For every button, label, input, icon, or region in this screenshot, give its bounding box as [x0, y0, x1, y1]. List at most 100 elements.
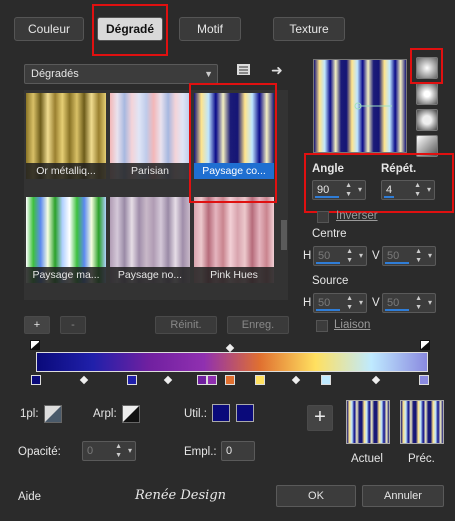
source-label: Source	[312, 275, 349, 287]
chevron-down-icon[interactable]: ▾	[128, 442, 132, 460]
reinit-button[interactable]: Réinit.	[155, 316, 217, 334]
liaison-label: Liaison	[334, 319, 371, 331]
color-midpoint[interactable]	[163, 375, 173, 385]
gradient-bar[interactable]	[36, 352, 428, 372]
remove-gradient-button[interactable]: -	[60, 316, 86, 334]
actuel-label: Actuel	[351, 453, 383, 465]
chevron-down-icon[interactable]: ▾	[428, 247, 432, 265]
gradient-preview[interactable]	[313, 59, 407, 153]
color-stop[interactable]	[197, 375, 207, 385]
current-gradient-swatch[interactable]	[346, 400, 390, 444]
source-v-input[interactable]: 50 ▲ ▼ ▾	[382, 293, 436, 313]
value-bar	[385, 262, 409, 264]
value-bar	[316, 262, 340, 264]
help-label[interactable]: Aide	[18, 491, 41, 503]
color-stop[interactable]	[321, 375, 331, 385]
add-swatch-button[interactable]: +	[307, 405, 333, 431]
color-stop[interactable]	[419, 375, 429, 385]
opacite-input[interactable]: 0 ▲ ▼ ▾	[82, 441, 136, 461]
color-midpoint[interactable]	[291, 375, 301, 385]
gallery-item[interactable]: Or métalliq...	[26, 93, 106, 179]
linear-style-button[interactable]	[416, 57, 438, 79]
spin-arrows-icon[interactable]: ▲ ▼	[115, 442, 122, 460]
chevron-down-icon[interactable]: ▾	[359, 247, 363, 265]
color-stop[interactable]	[127, 375, 137, 385]
library-menu-icon[interactable]	[236, 63, 252, 77]
sunburst-style-button[interactable]	[416, 135, 438, 157]
opacite-label: Opacité:	[18, 446, 61, 458]
source-h-input[interactable]: 50 ▲ ▼ ▾	[313, 293, 367, 313]
gallery-item[interactable]: Paysage ma...	[26, 197, 106, 283]
color-stop[interactable]	[31, 375, 41, 385]
rectangular-style-button[interactable]	[416, 109, 438, 131]
empl-label: Empl.:	[184, 446, 217, 458]
source-v-label: V	[372, 297, 380, 309]
color-midpoint[interactable]	[371, 375, 381, 385]
centre-v-input[interactable]: 50 ▲ ▼ ▾	[382, 246, 436, 266]
user-color-swatch[interactable]	[212, 404, 230, 422]
repet-input[interactable]: 4 ▲ ▼ ▾	[381, 180, 435, 200]
scrollbar-thumb[interactable]	[281, 220, 287, 250]
centre-h-value: 50	[318, 250, 331, 262]
user-color-swatch[interactable]	[236, 404, 254, 422]
value-bar	[316, 309, 340, 311]
tab-degrade[interactable]: Dégradé	[97, 17, 163, 41]
library-select-value: Dégradés	[31, 68, 79, 80]
tab-bar: Couleur Dégradé Motif Texture	[0, 0, 455, 56]
spin-arrows-icon[interactable]: ▲ ▼	[414, 181, 421, 199]
ok-button[interactable]: OK	[276, 485, 356, 507]
centre-v-label: V	[372, 250, 380, 262]
center-handle[interactable]	[314, 60, 406, 152]
gallery-scrollbar[interactable]	[280, 90, 288, 300]
spin-arrows-icon[interactable]: ▲ ▼	[346, 247, 353, 265]
repet-value: 4	[386, 184, 393, 196]
spin-arrows-icon[interactable]: ▲ ▼	[415, 247, 422, 265]
spin-arrows-icon[interactable]: ▲ ▼	[345, 181, 352, 199]
opacite-value: 0	[87, 445, 94, 457]
gallery-item-label: Paysage no...	[110, 267, 190, 283]
color-stop[interactable]	[225, 375, 235, 385]
tab-texture[interactable]: Texture	[273, 17, 345, 41]
opacity-stop-right[interactable]	[420, 340, 430, 352]
library-select[interactable]: Dégradés ▼	[24, 64, 218, 84]
gallery-item[interactable]: Paysage no...	[110, 197, 190, 283]
inverse-checkbox[interactable]	[317, 211, 329, 223]
chevron-down-icon[interactable]: ▾	[427, 181, 431, 199]
radial-style-button[interactable]	[416, 83, 438, 105]
fg-color-mode-icon[interactable]	[44, 405, 62, 423]
value-bar	[315, 196, 339, 198]
gallery-item[interactable]: Parisian	[110, 93, 190, 179]
tab-couleur[interactable]: Couleur	[14, 17, 84, 41]
spin-arrows-icon[interactable]: ▲ ▼	[415, 294, 422, 312]
empl-input[interactable]: 0	[221, 441, 255, 461]
color-stop[interactable]	[255, 375, 265, 385]
previous-gradient-swatch[interactable]	[400, 400, 444, 444]
gallery-item[interactable]: Pink Hues	[194, 197, 274, 283]
color-midpoint[interactable]	[79, 375, 89, 385]
chevron-down-icon[interactable]: ▾	[358, 181, 362, 199]
tab-motif[interactable]: Motif	[179, 17, 241, 41]
value-bar	[385, 309, 409, 311]
chevron-down-icon[interactable]: ▾	[359, 294, 363, 312]
gallery-item-label: Paysage co...	[194, 163, 274, 179]
chevron-down-icon[interactable]: ▾	[428, 294, 432, 312]
source-h-value: 50	[318, 297, 331, 309]
arrow-right-icon[interactable]: ➜	[271, 63, 287, 77]
opacity-midpoint[interactable]	[225, 343, 235, 353]
angle-label: Angle	[312, 163, 344, 175]
add-gradient-button[interactable]: +	[24, 316, 50, 334]
gallery-item-selected[interactable]: Paysage co...	[194, 93, 274, 179]
save-gradient-button[interactable]: Enreg.	[227, 316, 289, 334]
opacity-stop-left[interactable]	[30, 340, 40, 352]
angle-input[interactable]: 90 ▲ ▼ ▾	[312, 180, 366, 200]
bg-color-mode-icon[interactable]	[122, 405, 140, 423]
centre-h-input[interactable]: 50 ▲ ▼ ▾	[313, 246, 367, 266]
liaison-checkbox[interactable]	[316, 320, 328, 332]
angle-value: 90	[317, 184, 330, 196]
source-v-value: 50	[387, 297, 400, 309]
color-stop[interactable]	[207, 375, 217, 385]
cancel-button[interactable]: Annuler	[362, 485, 444, 507]
empl-value: 0	[226, 445, 233, 457]
centre-h-label: H	[303, 250, 312, 262]
spin-arrows-icon[interactable]: ▲ ▼	[346, 294, 353, 312]
